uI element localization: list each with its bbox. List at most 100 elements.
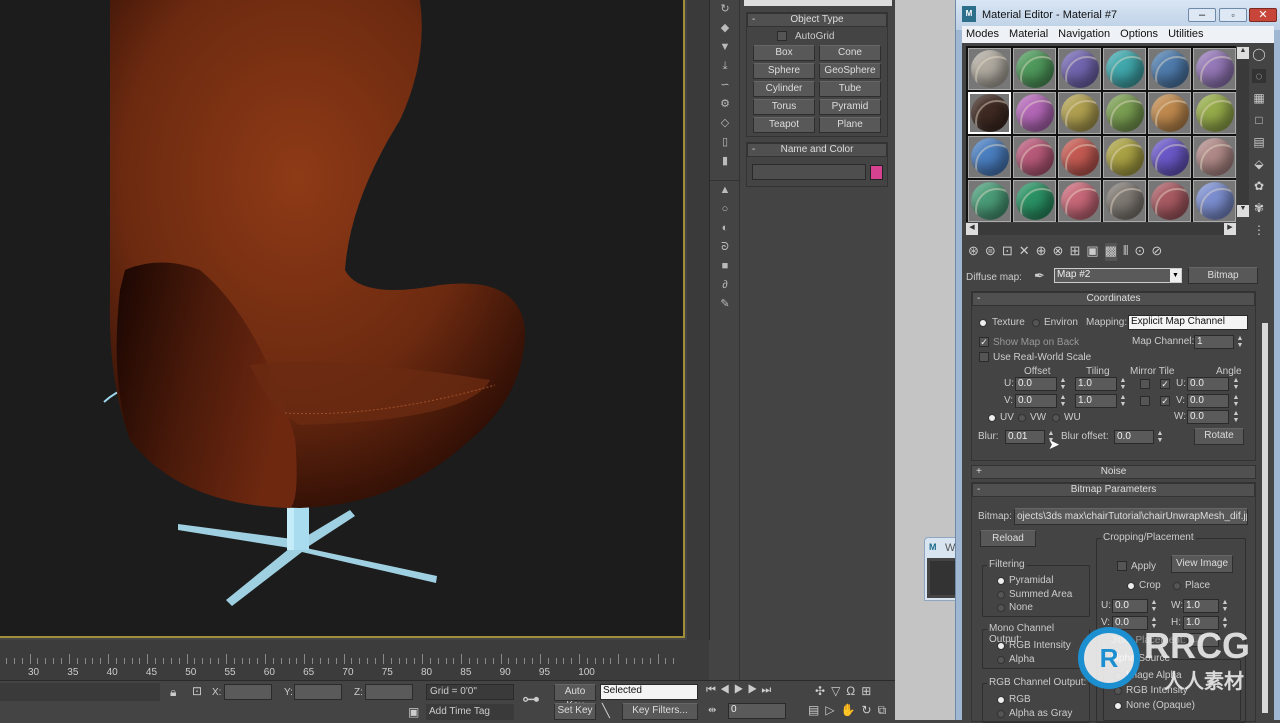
menu-utilities[interactable]: Utilities xyxy=(1168,28,1203,40)
object-color-swatch[interactable] xyxy=(870,165,883,180)
create-cone-button[interactable]: Cone xyxy=(819,45,881,61)
material-sample-slot[interactable] xyxy=(1103,136,1146,178)
rgb-intensity-radio[interactable] xyxy=(997,642,1005,650)
put-to-scene-icon[interactable]: ⊜ xyxy=(985,243,996,261)
maximize-button[interactable]: ▫ xyxy=(1219,8,1247,22)
mirror-u-checkbox[interactable] xyxy=(1140,379,1150,389)
collapse-toggle[interactable]: - xyxy=(977,484,980,496)
name-color-header[interactable]: - Name and Color xyxy=(747,143,887,157)
x-coord-input[interactable] xyxy=(224,684,272,700)
assign-to-selection-icon[interactable]: ⊡ xyxy=(1002,243,1013,261)
tile-u-checkbox[interactable]: ✓ xyxy=(1160,379,1170,389)
coordinates-header[interactable]: - Coordinates xyxy=(972,292,1255,306)
make-preview-icon[interactable]: ⬙ xyxy=(1252,157,1266,171)
blur-input[interactable]: 0.01 xyxy=(1005,430,1045,444)
eyedropper-icon[interactable]: ✒ xyxy=(1034,268,1045,284)
collapse-toggle[interactable]: - xyxy=(752,14,755,26)
cube-icon[interactable]: ■ xyxy=(710,257,740,276)
auto-key-button[interactable]: Auto Key xyxy=(554,684,596,711)
create-sphere-button[interactable]: Sphere xyxy=(753,63,815,79)
collapse-toggle[interactable]: - xyxy=(752,144,755,156)
object-name-input[interactable] xyxy=(752,164,866,180)
go-to-end-icon[interactable]: ⏭ xyxy=(761,684,775,696)
next-frame-icon[interactable]: ▶ xyxy=(748,684,762,696)
cone-icon[interactable]: ▲ xyxy=(710,181,740,200)
time-config-icon[interactable]: ▤ xyxy=(808,703,825,717)
key-mode-icon[interactable]: ⇹ xyxy=(708,705,716,716)
material-sample-slot[interactable] xyxy=(1193,92,1236,134)
angle-v-spinner[interactable]: ▲ ▼ xyxy=(1232,394,1240,408)
time-tag-icon[interactable]: ▣ xyxy=(408,705,419,719)
circle-icon[interactable]: ○ xyxy=(710,200,740,219)
chevron-down-icon[interactable]: ▼ xyxy=(1170,269,1181,282)
chair-model[interactable] xyxy=(0,0,685,638)
z-coord-input[interactable] xyxy=(365,684,413,700)
material-sample-slot[interactable] xyxy=(1148,180,1191,222)
go-forward-sibling-icon[interactable]: ⊘ xyxy=(1151,243,1162,261)
box-icon[interactable]: ◆ xyxy=(710,19,740,38)
create-torus-button[interactable]: Torus xyxy=(753,99,815,115)
texture-radio[interactable] xyxy=(979,319,987,327)
view-image-button[interactable]: View Image xyxy=(1171,555,1233,573)
menu-options[interactable]: Options xyxy=(1120,28,1158,40)
material-sample-slot[interactable] xyxy=(968,92,1011,134)
offset-u-input[interactable]: 0.0 xyxy=(1015,377,1057,391)
angle-u-input[interactable]: 0.0 xyxy=(1187,377,1229,391)
tiling-v-spinner[interactable]: ▲ ▼ xyxy=(1119,394,1127,408)
minimize-button[interactable]: – xyxy=(1188,8,1216,22)
door-icon[interactable]: ▯ xyxy=(710,133,740,152)
angle-w-input[interactable]: 0.0 xyxy=(1187,410,1229,424)
none-filter-radio[interactable] xyxy=(997,604,1005,612)
spring-icon[interactable]: ∂ xyxy=(710,276,740,295)
offset-u-spinner[interactable]: ▲ ▼ xyxy=(1059,377,1067,391)
previous-frame-icon[interactable]: ◀ xyxy=(720,684,734,696)
object-type-header[interactable]: - Object Type xyxy=(747,13,887,27)
material-sample-slot[interactable] xyxy=(1058,48,1101,90)
blur-offset-spinner[interactable]: ▲ ▼ xyxy=(1156,430,1164,444)
get-material-icon[interactable]: ⊛ xyxy=(968,243,979,261)
bitmap-parameters-header[interactable]: - Bitmap Parameters xyxy=(972,483,1255,497)
lock-icon[interactable]: 🔒︎ xyxy=(170,685,176,700)
fov-icon[interactable]: ▷ xyxy=(825,703,840,717)
collapse-toggle[interactable]: - xyxy=(977,293,980,305)
put-to-library-icon[interactable]: ⊞ xyxy=(1069,243,1080,261)
map-channel-input[interactable]: 1 xyxy=(1194,335,1234,349)
alpha-radio[interactable] xyxy=(997,656,1005,664)
autogrid-checkbox[interactable] xyxy=(777,31,787,41)
crop-radio[interactable] xyxy=(1127,582,1135,590)
map-name-dropdown[interactable]: Map #2 xyxy=(1054,268,1182,283)
rotate-button[interactable]: Rotate xyxy=(1194,428,1244,445)
rgb-radio[interactable] xyxy=(997,696,1005,704)
angle-w-spinner[interactable]: ▲ ▼ xyxy=(1232,410,1240,424)
zoom-all-icon[interactable]: ▽ xyxy=(831,684,846,698)
mirror-v-checkbox[interactable] xyxy=(1140,396,1150,406)
create-teapot-button[interactable]: Teapot xyxy=(753,117,815,133)
create-plane-button[interactable]: Plane xyxy=(819,117,881,133)
cup-icon[interactable]: ◐ xyxy=(710,219,740,238)
blur-offset-input[interactable]: 0.0 xyxy=(1114,430,1154,444)
show-end-result-icon[interactable]: ⫴ xyxy=(1123,243,1128,261)
tiling-u-input[interactable]: 1.0 xyxy=(1075,377,1117,391)
material-sample-slot[interactable] xyxy=(1148,92,1191,134)
default-tangent-icon[interactable]: ╲ xyxy=(602,703,610,719)
min-max-toggle-icon[interactable]: ⧉ xyxy=(878,703,893,717)
arrow-icon[interactable]: ⤓ xyxy=(710,57,740,76)
current-frame-input[interactable]: 0 xyxy=(728,703,786,719)
menu-material[interactable]: Material xyxy=(1009,28,1048,40)
crop-u-spinner[interactable]: ▲ ▼ xyxy=(1150,599,1158,613)
backlight-icon[interactable]: ◌ xyxy=(1252,69,1266,83)
material-sample-slot[interactable] xyxy=(1058,92,1101,134)
create-pyramid-button[interactable]: Pyramid xyxy=(819,99,881,115)
play-icon[interactable]: ▶ xyxy=(734,684,748,696)
material-sample-slot[interactable] xyxy=(1013,48,1056,90)
crop-w-spinner[interactable]: ▲ ▼ xyxy=(1221,599,1229,613)
y-coord-input[interactable] xyxy=(294,684,342,700)
select-by-material-icon[interactable]: ✾ xyxy=(1252,201,1266,215)
perspective-viewport[interactable] xyxy=(0,0,685,638)
absolute-mode-icon[interactable]: ⊡ xyxy=(192,684,202,698)
orbit-icon[interactable]: Ω xyxy=(846,684,861,698)
wall-icon[interactable]: ▮ xyxy=(710,152,740,171)
go-to-parent-icon[interactable]: ⊙ xyxy=(1134,243,1145,261)
vw-radio[interactable] xyxy=(1018,414,1026,422)
show-map-icon[interactable]: ▩ xyxy=(1104,243,1117,261)
